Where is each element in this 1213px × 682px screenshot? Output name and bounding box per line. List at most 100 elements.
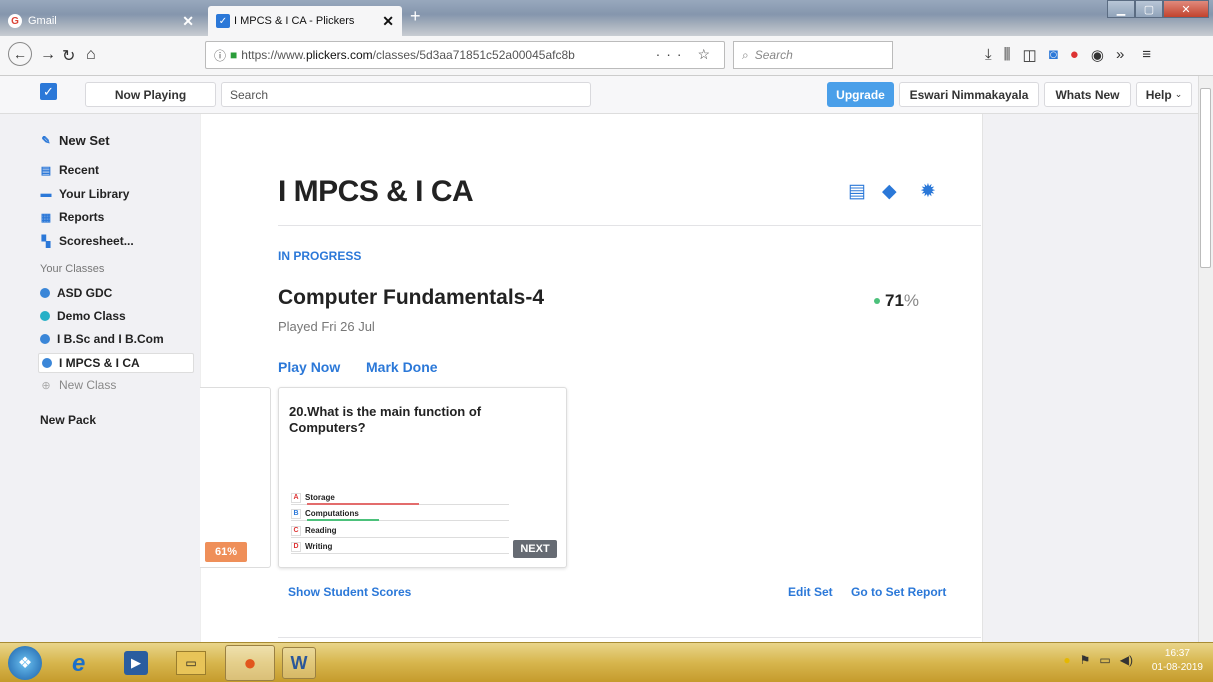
display-tray-icon[interactable]: ▭: [1099, 653, 1110, 667]
close-tab-icon[interactable]: ✕: [382, 13, 394, 30]
reports-icon: ▦: [40, 211, 52, 224]
sidebar-item-recent[interactable]: ▤ Recent: [40, 163, 99, 177]
option-text: Reading: [305, 526, 337, 535]
overflow-icon[interactable]: »: [1116, 46, 1124, 64]
browser-search-box[interactable]: ⌕ Search: [733, 41, 893, 69]
word-icon[interactable]: W: [282, 647, 316, 679]
sidebar-class-asd-gdc[interactable]: ASD GDC: [40, 286, 112, 300]
url-prefix: https://www.: [241, 48, 306, 62]
show-student-scores-link[interactable]: Show Student Scores: [288, 585, 411, 599]
sidebar-item-label: I MPCS & I CA: [59, 356, 140, 370]
scrollbar-thumb[interactable]: [1200, 88, 1211, 268]
sidebar-item-label: I B.Sc and I B.Com: [57, 332, 164, 346]
sidebar-item-new-class[interactable]: ⊕ New Class: [40, 378, 116, 392]
help-button[interactable]: Help ⌄: [1136, 82, 1192, 107]
back-icon[interactable]: ←: [8, 42, 32, 66]
roster-icon[interactable]: ▤: [848, 180, 866, 203]
option-text: Storage: [305, 493, 335, 502]
tab-gmail[interactable]: G Gmail ✕: [0, 6, 202, 36]
window-controls: ▁ ▢ ✕: [1107, 0, 1209, 18]
reload-icon[interactable]: ↻: [62, 46, 75, 66]
taskbar: ❖ e ▶ ▭ ● W ● ⚑ ▭ ◀) 16:37 01-08-2019: [0, 642, 1213, 682]
question-card[interactable]: 20.What is the main function of Computer…: [278, 387, 567, 568]
home-icon[interactable]: ⌂: [86, 46, 96, 64]
play-now-link[interactable]: Play Now: [278, 359, 340, 375]
firefox-icon[interactable]: ●: [225, 645, 275, 681]
flag-tray-icon[interactable]: ⚑: [1080, 653, 1091, 667]
file-explorer-icon[interactable]: ▭: [176, 651, 206, 675]
browser-toolbar: ⤓ ⫼ ◫ ◙ ● ◉ » ≡: [985, 46, 1151, 64]
internet-explorer-icon[interactable]: e: [72, 646, 85, 681]
whats-new-button[interactable]: Whats New: [1044, 82, 1131, 107]
status-label: IN PROGRESS: [278, 249, 362, 263]
previous-question-card[interactable]: [200, 387, 271, 568]
option-letter: B: [291, 508, 301, 519]
sidebar-item-new-set[interactable]: ✎ New Set: [40, 133, 109, 148]
clock-date: 01-08-2019: [1151, 662, 1203, 673]
sidebar-item-scoresheet[interactable]: ▚ Scoresheet...: [40, 234, 134, 248]
new-tab-button[interactable]: +: [410, 6, 421, 27]
forward-icon[interactable]: →: [40, 46, 56, 64]
folder-icon: ▬: [40, 188, 52, 200]
lock-icon: ■: [230, 48, 238, 62]
add-circle-icon: ⊕: [41, 379, 51, 392]
system-tray: ● ⚑ ▭ ◀): [1063, 653, 1133, 667]
set-score: 71%: [874, 291, 919, 311]
adblock-icon[interactable]: ●: [1070, 46, 1079, 64]
graduation-cap-icon[interactable]: ◆: [882, 180, 897, 203]
sidebar-icon[interactable]: ◫: [1023, 46, 1037, 64]
gear-icon[interactable]: ✹: [920, 180, 936, 203]
go-to-set-report-link[interactable]: Go to Set Report: [851, 585, 946, 599]
tab-label: Gmail: [28, 15, 57, 27]
sidebar-item-new-pack[interactable]: New Pack: [40, 413, 96, 427]
divider: [278, 637, 981, 638]
search-placeholder: Search: [754, 48, 793, 62]
played-date: Played Fri 26 Jul: [278, 319, 375, 334]
menu-icon[interactable]: ≡: [1142, 46, 1151, 64]
chevron-down-icon: ⌄: [1174, 89, 1183, 99]
url-host: plickers.com: [305, 48, 373, 62]
url-bar[interactable]: ⓘ ■ https://www. plickers.com/classes/5d3…: [205, 41, 725, 69]
sidebar-item-library[interactable]: ▬ Your Library: [40, 187, 130, 201]
maximize-button[interactable]: ▢: [1135, 0, 1163, 18]
extension-icon[interactable]: ◙: [1049, 46, 1058, 64]
sidebar-item-reports[interactable]: ▦ Reports: [40, 210, 105, 224]
sidebar-class-bsc-bcom[interactable]: I B.Sc and I B.Com: [40, 332, 164, 346]
option-letter: C: [291, 525, 301, 536]
page-actions-icon[interactable]: ··· ☆: [656, 46, 716, 63]
tab-label: I MPCS & I CA - Plickers: [234, 15, 355, 27]
start-button[interactable]: ❖: [8, 646, 42, 680]
response-bar: [307, 519, 379, 521]
extension-2-icon[interactable]: ◉: [1091, 46, 1104, 64]
score-value: 71: [885, 291, 904, 310]
next-button[interactable]: NEXT: [513, 540, 557, 558]
upgrade-button[interactable]: Upgrade: [827, 82, 894, 107]
option-letter: D: [291, 541, 301, 552]
now-playing-button[interactable]: Now Playing: [85, 82, 216, 107]
library-icon[interactable]: ⫼: [1004, 46, 1011, 64]
url-path: /classes/5d3aa71851c52a00045afc8b: [372, 48, 575, 62]
search-icon: ⌕: [742, 47, 749, 62]
mark-done-link[interactable]: Mark Done: [366, 359, 438, 375]
clock[interactable]: 16:37 01-08-2019: [1152, 647, 1203, 675]
sidebar: ✎ New Set ▤ Recent ▬ Your Library ▦ Reports …: [0, 114, 200, 642]
status-dot-icon: [874, 298, 880, 304]
media-player-icon[interactable]: ▶: [124, 651, 148, 675]
set-title[interactable]: Computer Fundamentals-4: [278, 286, 544, 310]
volume-icon[interactable]: ◀): [1120, 653, 1133, 667]
minimize-button[interactable]: ▁: [1107, 0, 1135, 18]
response-bar: [307, 503, 419, 505]
sidebar-class-mpcs-ca[interactable]: I MPCS & I CA: [38, 353, 194, 373]
download-icon[interactable]: ⤓: [985, 46, 992, 64]
close-tab-icon[interactable]: ✕: [182, 13, 194, 30]
network-tray-icon[interactable]: ●: [1063, 653, 1070, 667]
question-text: 20.What is the main function of Computer…: [289, 404, 482, 435]
sidebar-class-demo[interactable]: Demo Class: [40, 309, 126, 323]
user-menu-button[interactable]: Eswari Nimmakayala: [899, 82, 1039, 107]
tab-plickers[interactable]: ✓ I MPCS & I CA - Plickers ✕: [208, 6, 402, 36]
close-window-button[interactable]: ✕: [1163, 0, 1209, 18]
sidebar-item-label: New Class: [59, 378, 117, 392]
plickers-logo-icon[interactable]: ✓: [40, 83, 57, 100]
edit-set-link[interactable]: Edit Set: [788, 585, 833, 599]
app-search-input[interactable]: Search: [221, 82, 591, 107]
